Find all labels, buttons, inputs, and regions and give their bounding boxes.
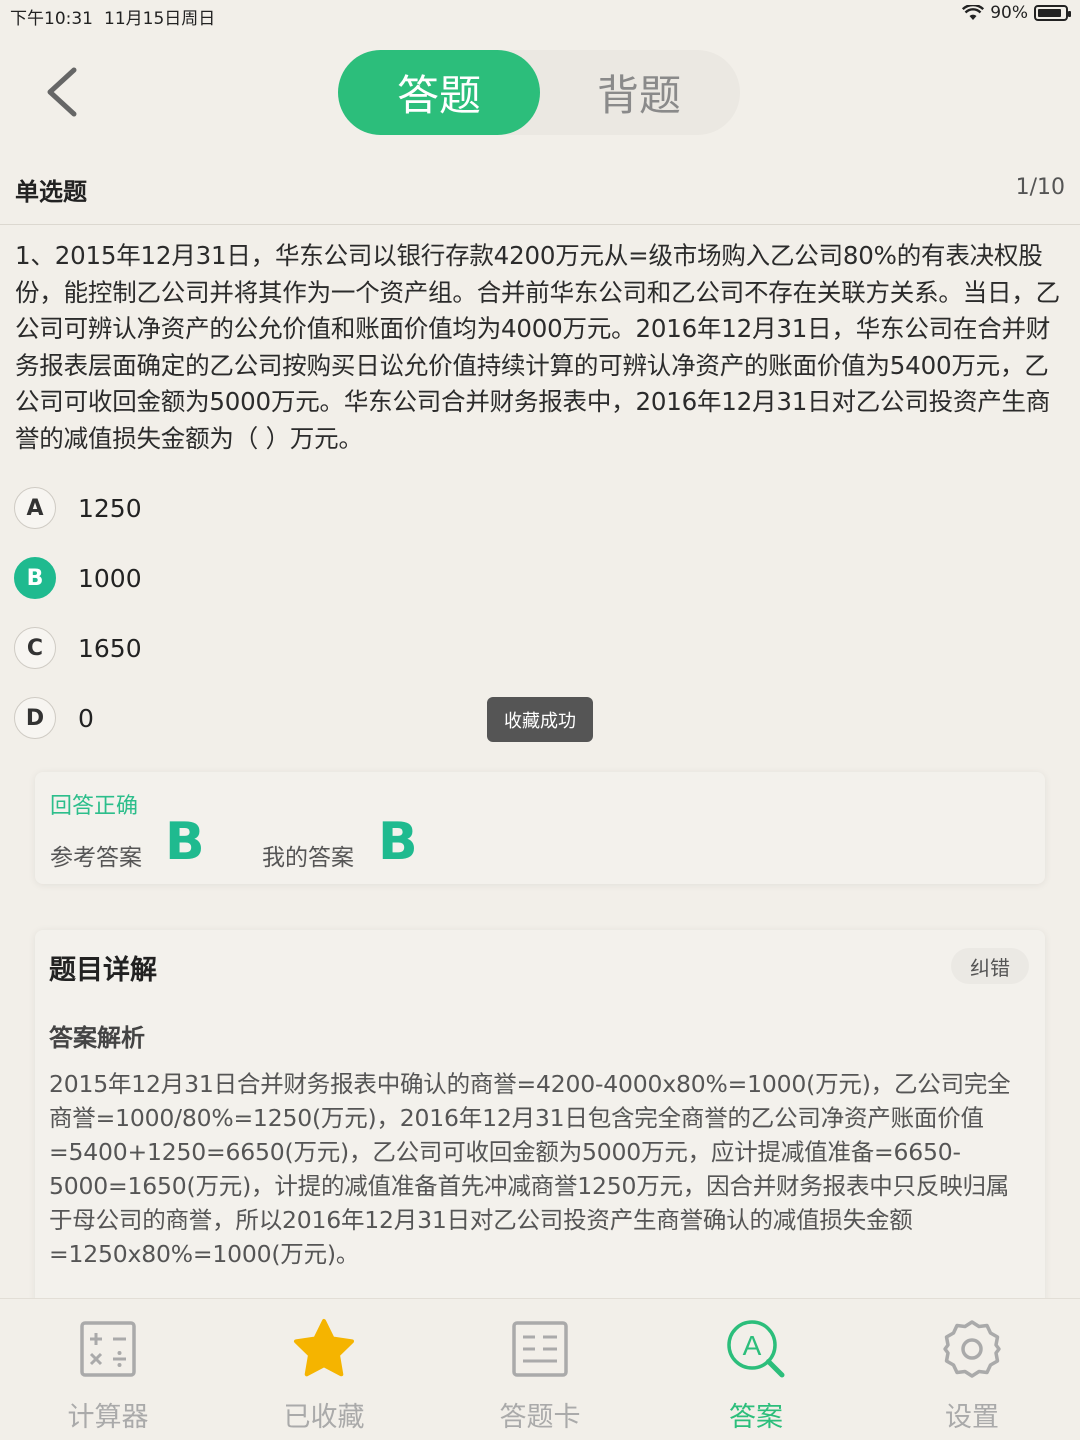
option-letter: D [14,697,56,739]
question-text: 1、2015年12月31日，华东公司以银行存款4200万元从=级市场购入乙公司8… [15,241,1060,453]
star-icon [294,1319,354,1377]
nav-favorites[interactable]: 已收藏 [216,1299,432,1440]
status-right: 90% [962,3,1071,23]
svg-text:A: A [743,1330,762,1361]
my-answer: B [378,812,418,872]
answer-search-icon: A [727,1320,785,1378]
option-c[interactable]: C 1650 [14,626,142,670]
option-d[interactable]: D 0 [14,696,94,740]
question-counter: 1/10 [1015,175,1065,200]
nav-calculator[interactable]: 计算器 [0,1299,216,1440]
status-time: 下午10:31 [10,9,93,29]
reference-answer-label: 参考答案 [50,845,142,871]
option-value: 1650 [78,633,142,663]
reference-answer: B [165,812,205,872]
bottom-nav: 计算器 已收藏 答题卡 A 答案 设置 [0,1298,1080,1440]
my-answer-label: 我的答案 [262,845,354,871]
nav-label: 已收藏 [283,1402,365,1433]
nav-answer[interactable]: A 答案 [648,1299,864,1440]
mode-segmented-control: 答题 背题 [338,50,740,135]
question-type: 单选题 [15,178,87,206]
battery-icon [1034,5,1071,21]
gear-icon [943,1320,1001,1378]
option-value: 1000 [78,563,142,593]
option-value: 0 [78,703,94,733]
status-bar: 下午10:31 11月15日周日 90% [0,0,1080,30]
wifi-icon [962,5,985,20]
option-a[interactable]: A 1250 [14,486,142,530]
result-card: 回答正确 参考答案 B 我的答案 B [35,772,1045,884]
battery-fill [1038,9,1061,17]
result-status: 回答正确 [50,794,139,819]
tab-recite-mode[interactable]: 背题 [538,50,740,135]
analysis-title: 答案解析 [49,1024,145,1052]
divider [0,224,1080,225]
nav-label: 答案 [729,1402,783,1433]
option-letter: B [14,557,56,599]
calculator-icon [80,1321,136,1377]
nav-settings[interactable]: 设置 [864,1299,1080,1440]
option-letter: C [14,627,56,669]
report-error-button[interactable]: 纠错 [951,948,1029,984]
back-button[interactable] [40,62,90,122]
status-date: 11月15日周日 [104,9,216,29]
explanation-card: 题目详解 纠错 答案解析 2015年12月31日合并财务报表中确认的商誉=420… [35,930,1045,1310]
option-value: 1250 [78,493,142,523]
explanation-title: 题目详解 [49,955,157,986]
option-letter: A [14,487,56,529]
analysis-text: 2015年12月31日合并财务报表中确认的商誉=4200-4000x80%=10… [49,1070,1011,1268]
battery-percent: 90% [990,3,1028,23]
toast-message: 收藏成功 [487,697,593,742]
option-b[interactable]: B 1000 [14,556,142,600]
nav-answer-sheet[interactable]: 答题卡 [432,1299,648,1440]
nav-label: 设置 [945,1402,999,1433]
nav-label: 答题卡 [499,1402,581,1433]
tab-answer-mode[interactable]: 答题 [338,50,540,135]
chevron-left-icon [47,67,77,117]
answer-sheet-icon [512,1321,568,1377]
nav-label: 计算器 [67,1402,149,1433]
